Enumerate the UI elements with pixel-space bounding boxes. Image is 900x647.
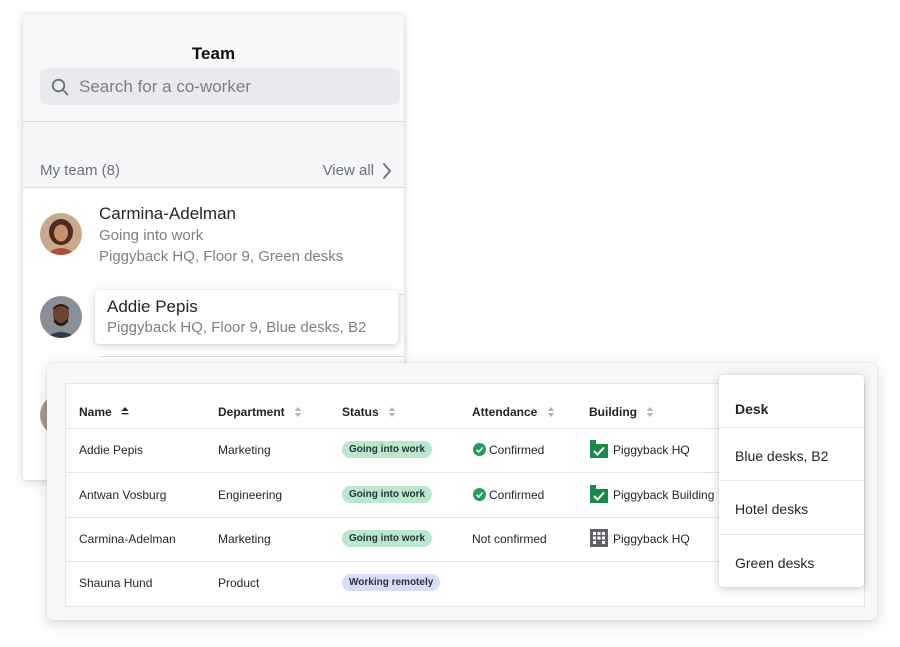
search-placeholder: Search for a co-worker — [79, 77, 251, 96]
divider — [99, 356, 404, 357]
highlighted-member-card[interactable]: Addie Pepis Piggyback HQ, Floor 9, Blue … — [95, 290, 398, 344]
divider — [719, 534, 864, 535]
column-header-label: Attendance — [472, 405, 538, 419]
check-circle-icon — [473, 443, 486, 456]
checked-building-icon — [590, 440, 608, 458]
building-grid-icon — [590, 529, 608, 547]
cell-attendance: Confirmed — [489, 488, 545, 502]
cell-name: Carmina-Adelman — [79, 532, 176, 546]
cell-building: Piggyback HQ — [613, 532, 690, 546]
desk-column-header[interactable]: Desk — [735, 401, 768, 417]
cell-attendance: Not confirmed — [472, 532, 547, 546]
sort-icon[interactable] — [294, 406, 302, 418]
desk-option[interactable]: Green desks — [735, 555, 814, 571]
cell-building: Piggyback Building — [613, 488, 715, 502]
sort-icon[interactable] — [646, 406, 654, 418]
member-status: Going into work — [99, 227, 204, 244]
cell-department: Product — [218, 576, 260, 590]
sort-ascending-icon[interactable] — [121, 406, 129, 418]
column-header-status[interactable]: Status — [342, 405, 396, 419]
desk-option[interactable]: Hotel desks — [735, 501, 808, 517]
column-header-name[interactable]: Name — [79, 405, 129, 419]
my-team-label: My team (8) — [40, 162, 121, 179]
column-header-attendance[interactable]: Attendance — [472, 405, 555, 419]
sort-icon[interactable] — [388, 406, 396, 418]
cell-department: Engineering — [218, 488, 283, 502]
member-location: Piggyback HQ, Floor 9, Green desks — [99, 248, 344, 265]
checked-building-icon — [590, 485, 608, 503]
column-header-building[interactable]: Building — [589, 405, 654, 419]
column-header-label: Building — [589, 405, 637, 419]
sort-icon[interactable] — [547, 406, 555, 418]
cell-building: Piggyback HQ — [613, 443, 690, 457]
column-header-label: Status — [342, 405, 379, 419]
column-header-label: Department — [218, 405, 285, 419]
cell-attendance: Confirmed — [489, 443, 545, 457]
desk-dropdown: Desk Blue desks, B2 Hotel desks Green de… — [719, 375, 864, 587]
view-all-link[interactable]: View all — [323, 162, 374, 179]
avatar — [40, 296, 82, 338]
panel-title: Team — [191, 44, 236, 63]
cell-department: Marketing — [218, 532, 271, 546]
search-icon — [51, 78, 69, 96]
status-badge: Going into work — [342, 530, 433, 547]
cell-name: Addie Pepis — [79, 443, 144, 457]
divider — [719, 480, 864, 481]
desk-option[interactable]: Blue desks, B2 — [735, 448, 828, 464]
status-badge: Working remotely — [342, 574, 441, 591]
divider — [719, 427, 864, 428]
status-badge: Going into work — [342, 441, 433, 458]
column-header-department[interactable]: Department — [218, 405, 302, 419]
cell-name: Antwan Vosburg — [79, 488, 167, 502]
chevron-right-icon[interactable] — [382, 162, 392, 180]
column-header-label: Name — [79, 405, 112, 419]
cell-name: Shauna Hund — [79, 576, 153, 590]
cell-department: Marketing — [218, 443, 271, 457]
member-name: Carmina-Adelman — [99, 204, 236, 223]
member-location: Piggyback HQ, Floor 9, Blue desks, B2 — [107, 319, 367, 336]
status-badge: Going into work — [342, 486, 433, 503]
avatar — [40, 213, 82, 255]
my-team-header: My team (8) View all — [23, 122, 404, 188]
check-circle-icon — [473, 488, 486, 501]
search-input[interactable]: Search for a co-worker — [40, 68, 400, 105]
member-name: Addie Pepis — [107, 297, 198, 316]
